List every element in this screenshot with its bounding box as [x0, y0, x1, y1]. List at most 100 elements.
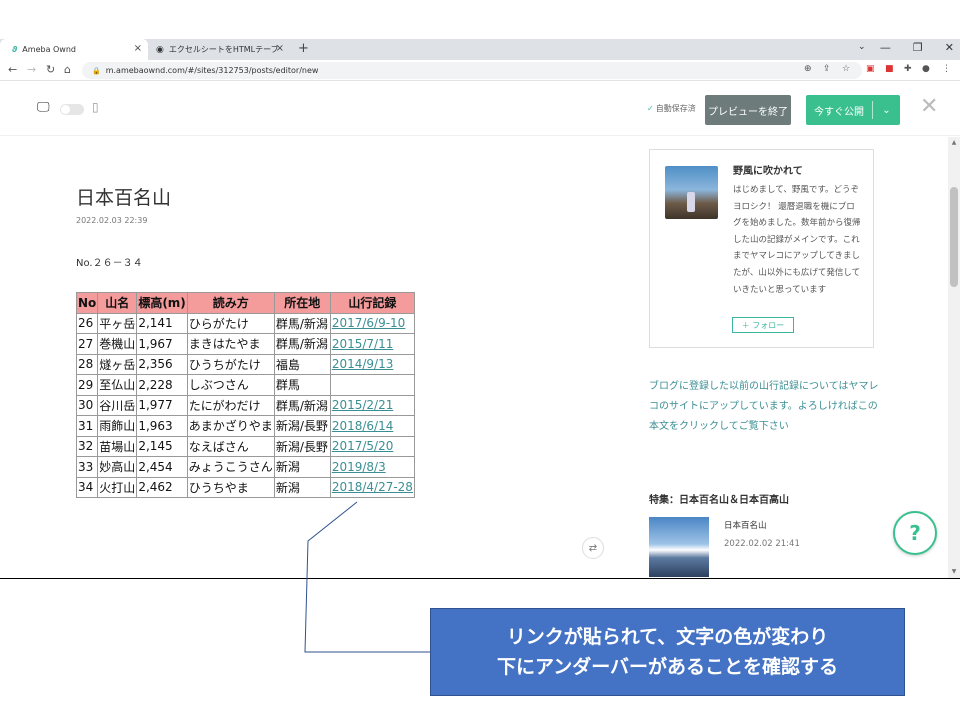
table-row: 34 火打山 2,462 ひうちやま 新潟 2018/4/27-28 [75, 476, 415, 498]
cell-height: 1,967 [136, 333, 188, 355]
mobile-phone-icon[interactable]: ▯ [92, 100, 99, 114]
cell-location: 福島 [273, 353, 331, 375]
window-close-icon[interactable]: ✕ [945, 41, 954, 54]
minimize-icon[interactable]: — [880, 41, 891, 54]
globe-favicon-icon: ◉ [156, 44, 164, 55]
cell-height: 2,462 [136, 476, 188, 498]
tab-ameba-ownd[interactable]: ϑ Ameba Ownd × [0, 39, 148, 60]
screen: ϑ Ameba Ownd × ◉ エクセルシートをHTMLテーブルに変換 × +… [0, 0, 960, 720]
browser-toolbar: ← → ↻ ⌂ 🔒 m.amebaownd.com/#/sites/312753… [0, 60, 960, 81]
scroll-up-icon[interactable]: ▲ [948, 137, 960, 149]
autosave-label: 自動保存済 [655, 104, 696, 113]
tab-search-chevron-icon[interactable]: ⌄ [858, 42, 866, 52]
cell-location: 新潟 [273, 476, 331, 498]
tab-excel-to-html[interactable]: ◉ エクセルシートをHTMLテーブルに変換 × [150, 39, 290, 60]
cell-no: 30 [75, 394, 99, 416]
cell-location: 新潟/長野 [273, 415, 331, 437]
tab-close-icon[interactable]: × [276, 43, 284, 54]
callout-leader-line [304, 501, 430, 653]
lock-icon: 🔒 [92, 66, 101, 75]
table-row: 31 雨飾山 1,963 あまかざりやま 新潟/長野 2018/6/14 [75, 415, 415, 437]
new-tab-button[interactable]: + [298, 41, 309, 56]
menu-dots-icon[interactable]: ⋮ [942, 64, 951, 74]
chevron-down-icon[interactable]: ⌄ [873, 105, 900, 116]
cell-name: 苗場山 [97, 435, 138, 457]
home-icon[interactable]: ⌂ [64, 63, 71, 76]
profile-avatar-icon[interactable]: ● [922, 64, 930, 74]
cell-location: 群馬 [273, 374, 331, 396]
record-link[interactable]: 2014/9/13 [332, 357, 394, 371]
follow-button[interactable]: ＋ フォロー [732, 317, 794, 333]
feature-heading: 特集：日本百名山＆日本百高山 [649, 495, 789, 506]
cell-no: 34 [75, 476, 99, 498]
desktop-monitor-icon[interactable]: 🖵 [37, 100, 50, 115]
back-arrow-icon[interactable]: ← [8, 63, 17, 76]
url-text: m.amebaownd.com/#/sites/312753/posts/edi… [105, 66, 319, 75]
post-title[interactable]: 日本百名山 [76, 183, 171, 210]
reload-icon[interactable]: ↻ [46, 63, 55, 76]
share-icon[interactable]: ⇪ [823, 64, 831, 74]
cell-reading: しぶつさん [186, 374, 275, 396]
cell-height: 1,963 [136, 415, 188, 437]
help-button[interactable]: ? [893, 511, 937, 555]
address-bar[interactable]: 🔒 m.amebaownd.com/#/sites/312753/posts/e… [82, 62, 862, 79]
scrollbar[interactable]: ▲ ▼ [948, 137, 960, 578]
record-link[interactable]: 2018/6/14 [332, 419, 394, 433]
record-link[interactable]: 2018/4/27-28 [332, 480, 413, 494]
cell-record: 2014/9/13 [329, 353, 415, 375]
tab-title: エクセルシートをHTMLテーブルに変換 [168, 45, 279, 54]
profile-card: 野風に吹かれて はじめまして、野風です。どうぞヨロシク！ 還暦退職を機にブログを… [649, 149, 874, 348]
table-row: 28 燧ヶ岳 2,356 ひうちがたけ 福島 2014/9/13 [75, 353, 415, 375]
cell-name: 至仏山 [97, 374, 138, 396]
table-body: 26 平ヶ岳 2,141 ひらがたけ 群馬/新潟 2017/6/9-10 27 巻機山 1,96… [75, 312, 415, 498]
feature-thumbnail[interactable] [649, 517, 709, 577]
record-link[interactable]: 2015/7/11 [332, 337, 394, 351]
scrollbar-thumb[interactable] [950, 187, 958, 287]
cell-no: 29 [75, 374, 99, 396]
repost-icon[interactable]: ⇄ [582, 537, 604, 559]
col-height: 標高(m) [136, 292, 188, 314]
col-name: 山名 [97, 292, 138, 314]
record-link[interactable]: 2017/5/20 [332, 439, 394, 453]
scroll-down-icon[interactable]: ▼ [948, 566, 960, 578]
end-preview-button[interactable]: プレビューを終了 [705, 95, 791, 125]
cell-record: 2017/5/20 [329, 435, 415, 457]
tab-close-icon[interactable]: × [134, 43, 142, 54]
record-link[interactable]: 2015/2/21 [332, 398, 394, 412]
extensions-puzzle-icon[interactable]: ✚ [904, 64, 912, 74]
cell-no: 33 [75, 456, 99, 478]
publish-now-button[interactable]: 今すぐ公開 ⌄ [806, 95, 900, 125]
cell-height: 1,977 [136, 394, 188, 416]
extension-pdf-icon[interactable]: ■ [885, 64, 894, 74]
autosave-status: ✓ 自動保存済 [647, 103, 696, 114]
zoom-icon[interactable]: ⊕ [804, 64, 812, 74]
close-editor-icon[interactable]: ✕ [920, 94, 938, 119]
restore-icon[interactable]: ❐ [913, 41, 923, 54]
table-row: 30 谷川岳 1,977 たにがわだけ 群馬/新潟 2015/2/21 [75, 394, 415, 416]
yamareco-note-link[interactable]: ブログに登録した以前の山行記録についてはヤマレコのサイトにアップしています。よろ… [649, 377, 879, 437]
cell-no: 28 [75, 353, 99, 375]
cell-height: 2,356 [136, 353, 188, 375]
forward-arrow-icon[interactable]: → [27, 63, 36, 76]
cell-height: 2,228 [136, 374, 188, 396]
cell-reading: ひうちがたけ [186, 353, 275, 375]
cell-reading: まきはたやま [186, 333, 275, 355]
cell-record: 2017/6/9-10 [329, 312, 415, 334]
device-toggle[interactable] [60, 104, 84, 115]
tab-title: Ameba Ownd [22, 45, 76, 54]
bookmark-star-icon[interactable]: ☆ [842, 64, 850, 74]
profile-name[interactable]: 野風に吹かれて [733, 162, 803, 177]
cell-record: 2015/7/11 [329, 333, 415, 355]
post-lead-text[interactable]: No.２６－３４ [76, 254, 143, 269]
col-no: No [75, 292, 99, 314]
cell-reading: みょうこうさん [186, 456, 275, 478]
cell-height: 2,141 [136, 312, 188, 334]
cell-reading: たにがわだけ [186, 394, 275, 416]
cell-name: 燧ヶ岳 [97, 353, 138, 375]
feature-post-title[interactable]: 日本百名山 [724, 519, 767, 531]
cell-record: 2018/4/27-28 [329, 476, 415, 498]
extension-pocket-icon[interactable]: ▣ [866, 64, 875, 74]
record-link[interactable]: 2017/6/9-10 [332, 316, 406, 330]
callout-line-1: リンクが貼られて、文字の色が変わり [506, 626, 829, 648]
record-link[interactable]: 2019/8/3 [332, 460, 386, 474]
